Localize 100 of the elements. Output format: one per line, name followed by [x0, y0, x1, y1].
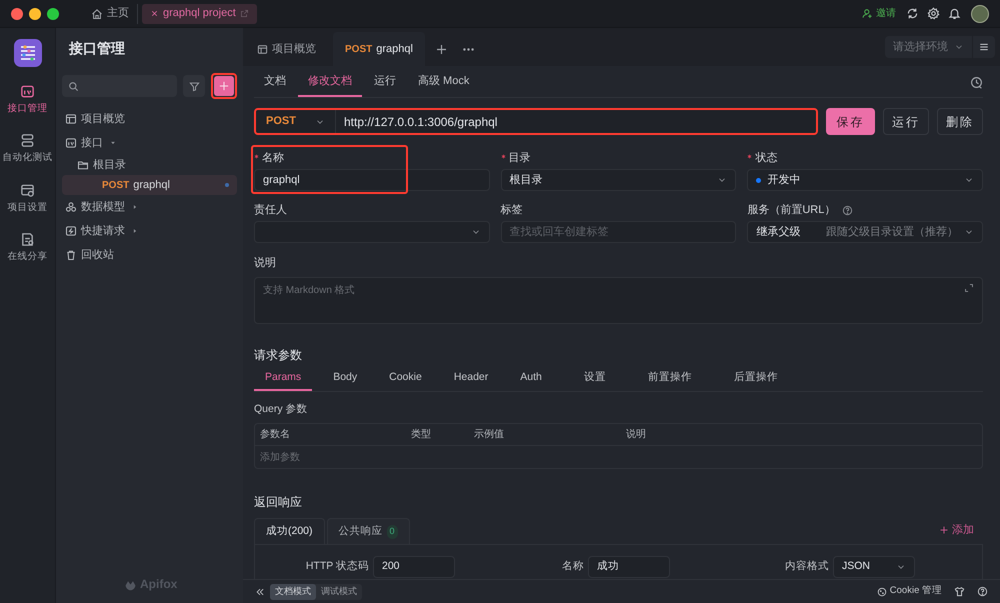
add-response-button[interactable]: 添加	[939, 522, 974, 538]
tab[interactable]: Auth	[509, 368, 553, 390]
field-label: 标签	[500, 202, 523, 218]
tab[interactable]: 设置	[572, 368, 617, 390]
column-header: 说明	[625, 428, 647, 442]
column-header: 参数名	[259, 428, 291, 442]
plus-icon	[218, 80, 230, 92]
text-field[interactable]: 成功	[588, 556, 670, 578]
settings-icon[interactable]	[927, 7, 940, 20]
app-logo-icon[interactable]	[14, 39, 42, 67]
tree-item[interactable]: 回收站	[62, 243, 237, 267]
tab[interactable]: 后置操作	[722, 368, 789, 390]
api-icon	[20, 84, 35, 99]
filter-icon	[188, 80, 200, 92]
mode-toggle[interactable]: 文档模式	[270, 584, 316, 600]
tree-item[interactable]: 快捷请求	[62, 219, 237, 243]
action-button[interactable]: 运行	[883, 108, 929, 135]
tree-item[interactable]: 数据模型	[62, 195, 237, 219]
help-icon[interactable]	[842, 204, 854, 216]
response-tab[interactable]: 成功(200)	[254, 518, 325, 544]
cookie-button[interactable]: Cookie 管理	[876, 584, 942, 599]
window-control-button[interactable]	[29, 8, 41, 20]
field-label: HTTP 状态码	[306, 559, 369, 574]
search-field[interactable]	[62, 75, 177, 97]
cubes-icon	[65, 201, 77, 213]
caret-icon[interactable]	[132, 204, 138, 210]
layout-icon	[65, 113, 77, 125]
close-icon[interactable]	[150, 9, 159, 18]
document-tab[interactable]: POST graphql	[333, 32, 425, 66]
tab[interactable]: 高级 Mock	[408, 67, 480, 97]
method-select[interactable]: POST	[256, 110, 336, 133]
avatar[interactable]	[971, 4, 989, 22]
select-field[interactable]: 继承父级 跟随父级目录设置（推荐）	[747, 221, 983, 243]
caret-icon[interactable]	[110, 140, 116, 146]
nav-item[interactable]: 项目设置	[2, 182, 54, 215]
tab[interactable]: 运行	[364, 67, 406, 97]
document-icon	[20, 232, 35, 247]
select-field[interactable]: JSON	[833, 556, 915, 578]
text-field[interactable]: 200	[373, 556, 455, 578]
url-field[interactable]: POST http://127.0.0.1:3006/graphql	[254, 108, 818, 135]
text-field[interactable]: 查找或回车创建标签	[500, 221, 736, 243]
response-tab[interactable]: 公共响应 0	[326, 518, 410, 544]
server-icon	[20, 133, 35, 148]
tab[interactable]: 修改文档	[298, 67, 362, 97]
field-label: 名称	[562, 559, 584, 574]
nav-item[interactable]: 自动化测试	[2, 133, 54, 166]
section-title: 请求参数	[254, 346, 303, 364]
caret-icon[interactable]	[132, 228, 138, 234]
field-label: 内容格式	[785, 559, 829, 574]
select-field[interactable]: 开发中	[747, 169, 983, 191]
nav-item[interactable]: 在线分享	[2, 232, 54, 264]
field-label: 目录	[508, 150, 531, 166]
menu-icon	[978, 41, 990, 53]
tab[interactable]: Header	[442, 368, 500, 390]
tab[interactable]: Params	[254, 368, 312, 390]
sync-icon[interactable]	[906, 7, 919, 20]
window-tab[interactable]: 主页	[83, 4, 138, 24]
field-label: 服务（前置URL）	[747, 202, 836, 218]
select-field[interactable]: 根目录	[500, 169, 736, 191]
invite-button[interactable]: 邀请	[862, 6, 896, 21]
tab[interactable]: 文档	[254, 67, 296, 97]
trash-icon	[65, 249, 77, 261]
tab[interactable]: Body	[322, 368, 368, 390]
help-icon[interactable]	[977, 586, 988, 597]
user-plus-icon	[862, 8, 873, 19]
text-field[interactable]: graphql	[254, 169, 490, 191]
window-control-button[interactable]	[11, 8, 23, 20]
settings-icon	[20, 182, 35, 198]
folder-icon	[77, 159, 89, 171]
field-label: 责任人	[254, 202, 287, 218]
save-button[interactable]: 保存	[826, 108, 875, 135]
field-label: 说明	[254, 256, 277, 271]
field-label: 状态	[755, 150, 778, 166]
external-link-icon	[240, 9, 249, 18]
tab[interactable]: 前置操作	[636, 368, 703, 390]
window-tab[interactable]: graphql project	[142, 4, 257, 24]
bell-icon[interactable]	[948, 7, 961, 20]
api-icon	[65, 137, 77, 149]
tree-item[interactable]: 接口	[62, 131, 237, 155]
nav-item[interactable]: 接口管理	[2, 84, 54, 116]
collapse-icon[interactable]	[255, 586, 265, 596]
column-header: 类型	[410, 428, 432, 442]
tab[interactable]: Cookie	[378, 368, 433, 390]
expand-icon[interactable]	[964, 282, 974, 292]
tree-item[interactable]: 根目录	[62, 155, 237, 175]
plus-icon[interactable]	[435, 42, 448, 56]
shirt-icon[interactable]	[954, 586, 965, 597]
field-label: 名称	[262, 150, 284, 166]
column-header: 示例值	[473, 428, 505, 442]
window-control-button[interactable]	[47, 8, 59, 20]
lightning-icon	[65, 225, 77, 237]
sidebar-title: 接口管理	[68, 39, 126, 58]
mode-toggle[interactable]: 调试模式	[316, 584, 362, 600]
action-button[interactable]: 删除	[937, 108, 983, 135]
document-tab[interactable]: 项目概览	[249, 32, 333, 66]
filter-button[interactable]	[183, 75, 205, 97]
select-field[interactable]	[254, 221, 490, 243]
history-icon[interactable]	[970, 76, 983, 89]
tree-item[interactable]: 项目概览	[62, 107, 237, 131]
tree-item[interactable]: POST graphql	[62, 175, 237, 195]
